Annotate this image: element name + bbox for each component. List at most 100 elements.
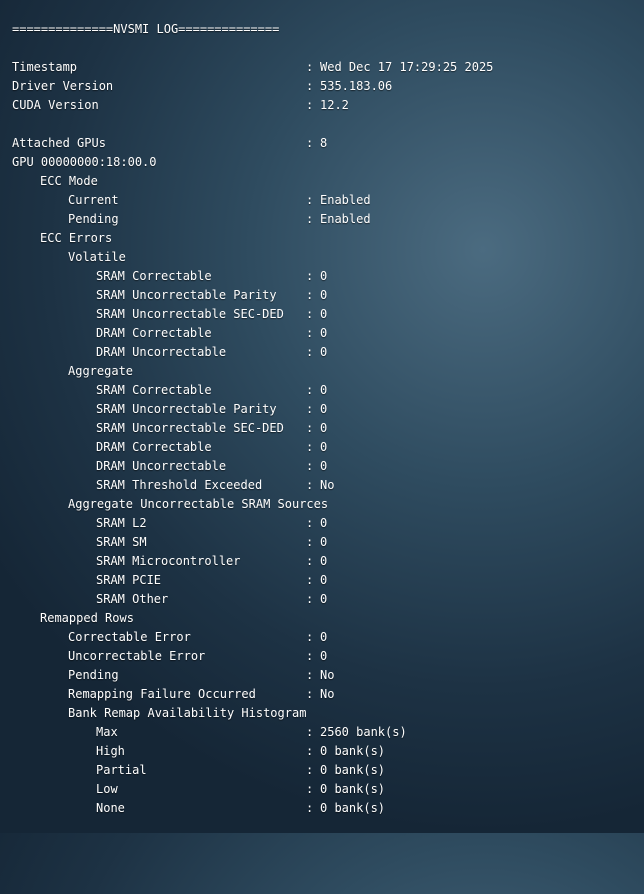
separator: : (306, 478, 314, 492)
separator: : (306, 744, 314, 758)
separator: : (306, 98, 314, 112)
histogram-heading: Bank Remap Availability Histogram (68, 706, 307, 720)
separator: : (306, 193, 314, 207)
row-label: Remapping Failure Occurred (68, 687, 256, 701)
row-label: None (96, 801, 125, 815)
log-row: Max : 2560 bank(s) (0, 723, 644, 742)
ecc-mode-pending-row: Pending : Enabled (0, 210, 644, 229)
row-value: 0 (320, 649, 328, 663)
separator: : (306, 402, 314, 416)
aggregate-heading: Aggregate (68, 364, 134, 378)
row-value: 0 (320, 573, 328, 587)
separator: : (306, 440, 314, 454)
log-row: SRAM Uncorrectable Parity : 0 (0, 286, 644, 305)
separator: : (306, 668, 314, 682)
log-row: Low : 0 bank(s) (0, 780, 644, 799)
aggregate-heading-row: Aggregate (0, 362, 644, 381)
separator: : (306, 459, 314, 473)
row-value: 0 bank(s) (320, 782, 386, 796)
ecc-errors-heading: ECC Errors (40, 231, 113, 245)
row-value: 0 (320, 402, 328, 416)
log-row: SRAM Uncorrectable SEC-DED : 0 (0, 419, 644, 438)
ecc-mode-current-value: Enabled (320, 193, 371, 207)
log-row: SRAM Correctable : 0 (0, 381, 644, 400)
row-value: 0 bank(s) (320, 763, 386, 777)
separator: : (306, 801, 314, 815)
separator: : (306, 573, 314, 587)
separator: : (306, 326, 314, 340)
row-label: Max (96, 725, 118, 739)
row-label: SRAM Correctable (96, 383, 212, 397)
row-label: High (96, 744, 125, 758)
separator: : (306, 136, 314, 150)
log-row: Uncorrectable Error : 0 (0, 647, 644, 666)
row-label: DRAM Correctable (96, 326, 212, 340)
row-label: Low (96, 782, 118, 796)
ecc-mode-current-row: Current : Enabled (0, 191, 644, 210)
row-label: SRAM Uncorrectable Parity (96, 402, 277, 416)
row-label: SRAM PCIE (96, 573, 162, 587)
row-label: DRAM Correctable (96, 440, 212, 454)
row-label: Uncorrectable Error (68, 649, 206, 663)
row-value: 0 (320, 326, 328, 340)
gpu-id-row: GPU 00000000:18:00.0 (0, 153, 644, 172)
row-label: SRAM Uncorrectable SEC-DED (96, 307, 284, 321)
row-label: Correctable Error (68, 630, 191, 644)
driver-version-row: Driver Version : 535.183.06 (0, 77, 644, 96)
separator: : (306, 79, 314, 93)
row-label: SRAM Correctable (96, 269, 212, 283)
separator: : (306, 554, 314, 568)
row-label: DRAM Uncorrectable (96, 345, 227, 359)
ecc-mode-pending-label: Pending (68, 212, 119, 226)
row-value: 2560 bank(s) (320, 725, 407, 739)
log-row: High : 0 bank(s) (0, 742, 644, 761)
log-row: SRAM L2 : 0 (0, 514, 644, 533)
remapped-rows-heading-row: Remapped Rows (0, 609, 644, 628)
ecc-mode-heading-row: ECC Mode (0, 172, 644, 191)
log-row: Correctable Error : 0 (0, 628, 644, 647)
separator: : (306, 383, 314, 397)
row-value: 0 (320, 269, 328, 283)
log-row: DRAM Correctable : 0 (0, 324, 644, 343)
remapped-rows-heading: Remapped Rows (40, 611, 134, 625)
separator: : (306, 345, 314, 359)
row-value: 0 bank(s) (320, 744, 386, 758)
separator: : (306, 763, 314, 777)
row-value: 0 (320, 288, 328, 302)
timestamp-label: Timestamp (12, 60, 78, 74)
row-value: 0 (320, 516, 328, 530)
ecc-mode-heading: ECC Mode (40, 174, 98, 188)
sram-sources-heading-row: Aggregate Uncorrectable SRAM Sources (0, 495, 644, 514)
log-row: DRAM Uncorrectable : 0 (0, 343, 644, 362)
ecc-mode-current-label: Current (68, 193, 119, 207)
row-label: SRAM L2 (96, 516, 147, 530)
row-value: No (320, 478, 335, 492)
separator: : (306, 592, 314, 606)
row-value: 0 (320, 459, 328, 473)
log-row: SRAM SM : 0 (0, 533, 644, 552)
log-row: SRAM Other : 0 (0, 590, 644, 609)
log-row: Partial : 0 bank(s) (0, 761, 644, 780)
attached-gpus-label: Attached GPUs (12, 136, 106, 150)
gpu-id: GPU 00000000:18:00.0 (12, 155, 157, 169)
row-label: SRAM Uncorrectable SEC-DED (96, 421, 284, 435)
row-value: 0 (320, 535, 328, 549)
row-label: SRAM Threshold Exceeded (96, 478, 263, 492)
row-value: 0 (320, 554, 328, 568)
row-label: Partial (96, 763, 147, 777)
row-label: SRAM Other (96, 592, 169, 606)
log-row: Pending : No (0, 666, 644, 685)
row-value: 0 (320, 345, 328, 359)
row-value: No (320, 668, 335, 682)
row-value: 0 (320, 440, 328, 454)
separator: : (306, 782, 314, 796)
volatile-heading-row: Volatile (0, 248, 644, 267)
separator: : (306, 307, 314, 321)
cuda-version-row: CUDA Version : 12.2 (0, 96, 644, 115)
separator: : (306, 725, 314, 739)
sram-sources-heading: Aggregate Uncorrectable SRAM Sources (68, 497, 329, 511)
log-row: SRAM Uncorrectable Parity : 0 (0, 400, 644, 419)
row-label: SRAM Microcontroller (96, 554, 241, 568)
